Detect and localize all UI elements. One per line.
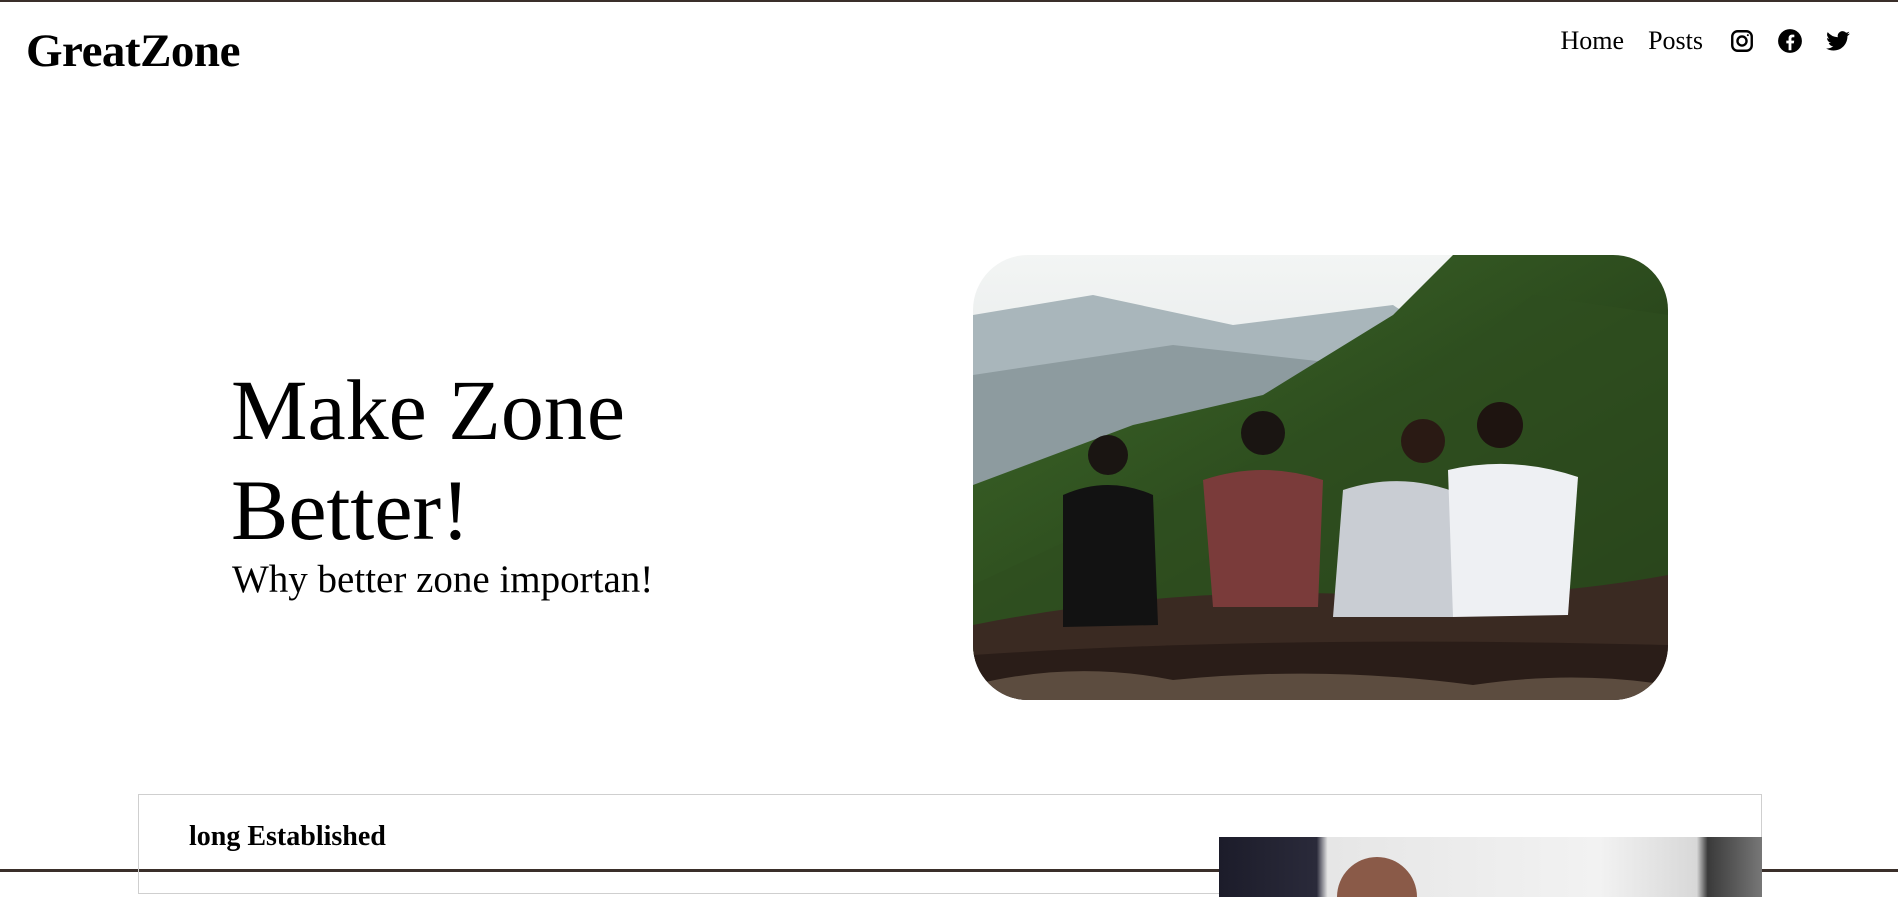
- hero-image: [973, 255, 1668, 700]
- post-card[interactable]: long Established: [138, 794, 1762, 897]
- hero-title: Make Zone Better!: [231, 362, 626, 558]
- post-card-title: long Established: [189, 821, 386, 852]
- facebook-icon[interactable]: [1777, 28, 1803, 54]
- nav-link-home[interactable]: Home: [1561, 26, 1625, 56]
- instagram-icon[interactable]: [1729, 28, 1755, 54]
- post-card-image-subject: [1337, 857, 1417, 897]
- site-logo[interactable]: GreatZone: [26, 25, 240, 78]
- nav-link-posts[interactable]: Posts: [1648, 26, 1703, 56]
- social-links: [1729, 28, 1851, 54]
- hero-subtitle: Why better zone importan!: [232, 558, 654, 601]
- post-card-image: [1219, 837, 1762, 897]
- main-nav: Home Posts: [1561, 26, 1851, 56]
- twitter-icon[interactable]: [1825, 28, 1851, 54]
